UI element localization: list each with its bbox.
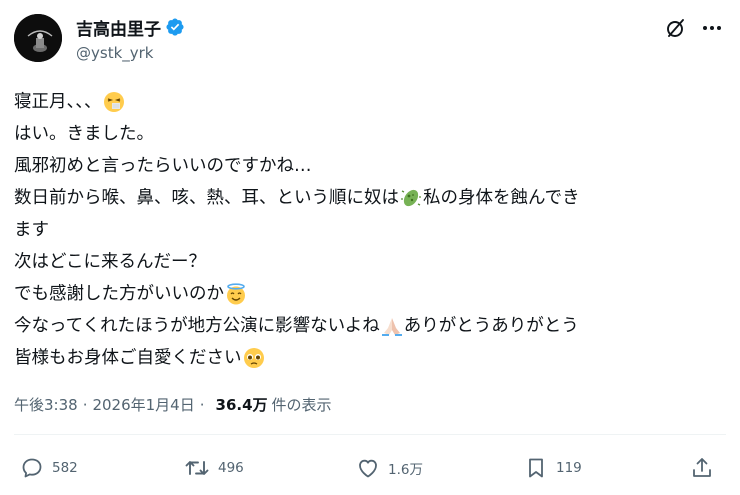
post-date[interactable]: 2026年1月4日 — [92, 394, 194, 415]
post-line: はい。きました。 — [14, 118, 730, 150]
post-line-text: でも感謝した方がいいのか — [14, 284, 224, 304]
share-button[interactable] — [690, 454, 714, 482]
views-label: 件の表示 — [271, 396, 332, 414]
meta-separator: · — [199, 395, 205, 414]
author-handle[interactable]: @ystk_yrk — [76, 44, 154, 62]
more-options-icon[interactable] — [700, 16, 724, 40]
repost-button[interactable]: 496 — [184, 454, 244, 482]
post-line-text: はい。きました。 — [14, 124, 154, 144]
heart-icon — [359, 459, 377, 478]
author-display-name[interactable]: 吉高由里子 — [76, 15, 161, 40]
post-line: 今なってくれたほうが地方公演に影響ないよね ありがとうありがとう — [14, 310, 730, 342]
post-line-text: ありがとうありがとう — [403, 316, 579, 336]
post-meta: 午後3:38 · 2026年1月4日 · 36.4万 件の表示 — [14, 394, 332, 415]
grok-icon[interactable] — [664, 16, 688, 40]
post-line: でも感謝した方がいいのか — [14, 278, 730, 310]
divider — [14, 434, 726, 435]
repost-count: 496 — [218, 460, 244, 476]
post-line-text: 私の身体を蝕んでき — [423, 188, 580, 208]
pleading-face-icon — [243, 347, 265, 369]
microbe-icon — [400, 187, 422, 209]
like-count: 1.6万 — [388, 462, 423, 478]
share-icon — [693, 458, 711, 477]
post-line-text: 寝正月、、、 — [14, 92, 102, 112]
post-line-text: 皆様もお身体ご自愛ください — [14, 348, 242, 368]
avatar[interactable] — [14, 14, 62, 62]
bookmark-button[interactable]: 119 — [524, 454, 582, 482]
post-line-text: 風邪初めと言ったらいいのですかね… — [14, 156, 312, 176]
verified-badge-icon — [165, 17, 185, 37]
sneezing-face-icon — [103, 91, 125, 113]
post-line: 風邪初めと言ったらいいのですかね… — [14, 150, 730, 182]
bookmark-icon — [529, 458, 543, 478]
repost-icon — [185, 461, 209, 475]
post-line-text: 数日前から喉、鼻、咳、熱、耳、という順に奴は — [14, 188, 399, 208]
like-button[interactable]: 1.6万 — [356, 454, 423, 482]
reply-count: 582 — [52, 460, 78, 476]
meta-separator: · — [82, 395, 88, 414]
folded-hands-icon — [381, 315, 403, 337]
post-line: 次はどこに来るんだー？ — [14, 246, 730, 278]
post-text: 寝正月、、、 はい。きました。 風邪初めと言ったらいいのですかね… 数日前から喉… — [14, 86, 730, 374]
smiling-face-with-halo-icon — [225, 283, 247, 305]
post-line-text: ます — [14, 220, 49, 240]
reply-icon — [22, 458, 42, 478]
post-line-text: 今なってくれたほうが地方公演に影響ないよね — [14, 316, 380, 336]
post-line: 数日前から喉、鼻、咳、熱、耳、という順に奴は 私の身体を蝕んでき — [14, 182, 730, 214]
post-line: ます — [14, 214, 730, 246]
post-time[interactable]: 午後3:38 — [14, 394, 78, 415]
reply-button[interactable]: 582 — [20, 454, 78, 482]
views-count: 36.4万 — [215, 396, 268, 414]
post-line: 皆様もお身体ご自愛ください — [14, 342, 730, 374]
post-line: 寝正月、、、 — [14, 86, 730, 118]
action-bar: 582 496 1.6万 119 — [14, 454, 726, 484]
post-line-text: 次はどこに来るんだー？ — [14, 252, 206, 272]
bookmark-count: 119 — [556, 460, 582, 476]
